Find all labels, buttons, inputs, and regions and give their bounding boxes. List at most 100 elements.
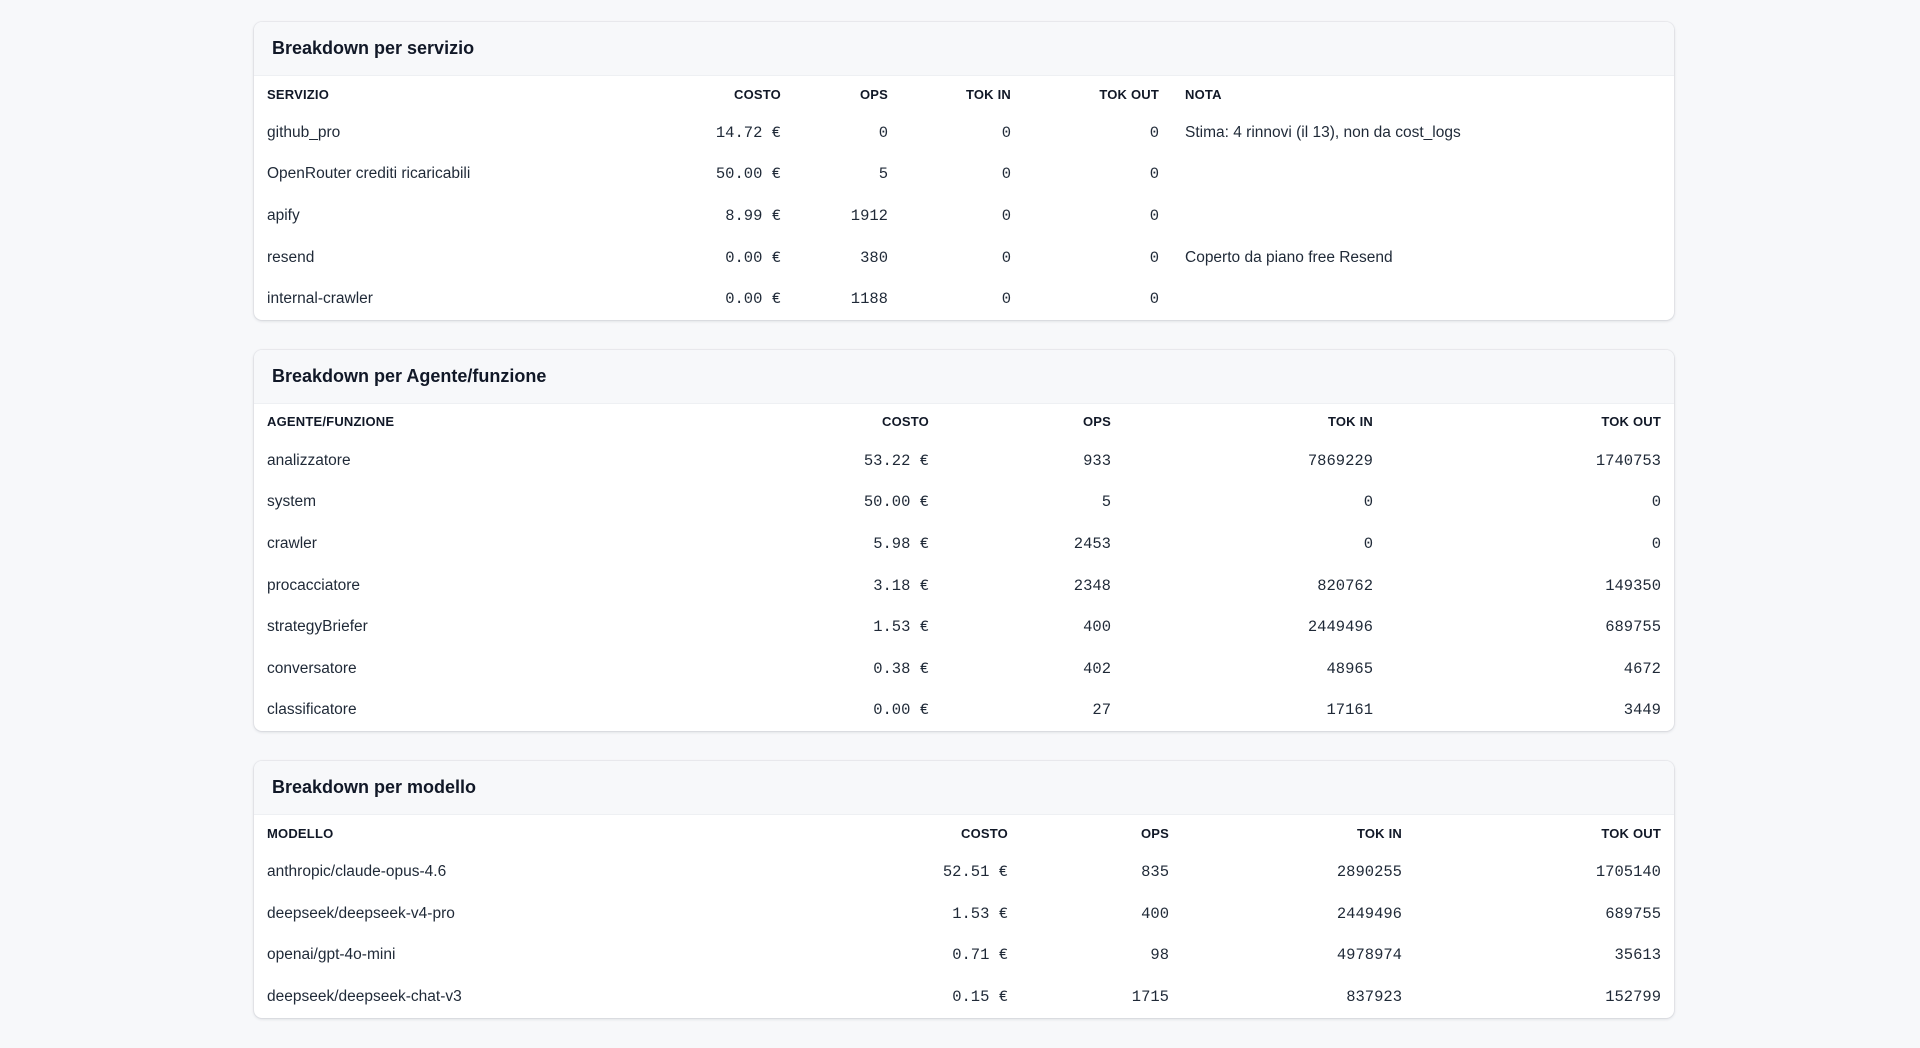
service-name: github_pro [267,123,341,141]
note-cell [1172,195,1674,237]
cost-cell: 0.38 € [873,659,929,678]
table-header-row: MODELLO COSTO OPS TOK IN TOK OUT [254,815,1674,851]
table-row: resend 0.00 € 380 0 0 Coperto da piano f… [254,237,1674,279]
table-row: strategyBriefer 1.53 € 400 2449496 68975… [254,606,1674,648]
cost-cell: 0.00 € [725,290,781,309]
tok-out-cell: 4672 [1623,659,1661,678]
model-table: MODELLO COSTO OPS TOK IN TOK OUT anthrop… [254,815,1674,1017]
cost-cell: 0.00 € [873,701,929,720]
cost-cell: 0.71 € [952,946,1008,965]
model-name: openai/gpt-4o-mini [267,946,396,964]
column-header-agent: AGENTE/FUNZIONE [267,414,395,430]
ops-cell: 5 [1101,493,1111,512]
cost-cell: 52.51 € [942,862,1008,881]
note-cell: Stima: 4 rinnovi (il 13), non da cost_lo… [1185,123,1461,141]
ops-cell: 2348 [1073,576,1111,595]
cost-cell: 14.72 € [715,123,781,142]
table-row: github_pro 14.72 € 0 0 0 Stima: 4 rinnov… [254,112,1674,154]
tok-in-cell: 17161 [1326,701,1373,720]
cost-cell: 3.18 € [873,576,929,595]
column-header-tok-in: TOK IN [1327,414,1373,430]
card-header: Breakdown per servizio [254,22,1674,76]
report-container: Breakdown per servizio SERVIZIO COSTO OP… [254,22,1674,1048]
card-header: Breakdown per Agente/funzione [254,349,1674,404]
column-header-ops: OPS [1140,825,1169,841]
service-name: OpenRouter crediti ricaricabili [267,165,471,183]
table-row: apify 8.99 € 1912 0 0 [254,195,1674,237]
agent-table: AGENTE/FUNZIONE COSTO OPS TOK IN TOK OUT… [254,404,1674,731]
column-header-service: SERVIZIO [267,86,330,102]
tok-in-cell: 2449496 [1336,904,1402,923]
cost-cell: 50.00 € [715,165,781,184]
cost-cell: 5.98 € [873,534,929,553]
note-cell: Coperto da piano free Resend [1185,248,1393,266]
service-breakdown-card: Breakdown per servizio SERVIZIO COSTO OP… [254,22,1674,320]
column-header-cost: COSTO [961,825,1008,841]
ops-cell: 27 [1092,701,1111,720]
cost-cell: 50.00 € [863,493,929,512]
column-header-ops: OPS [859,86,888,102]
card-header: Breakdown per modello [254,761,1674,816]
ops-cell: 5 [878,165,888,184]
tok-out-cell: 0 [1651,534,1661,553]
table-row: deepseek/deepseek-v4-pro 1.53 € 400 2449… [254,893,1674,935]
column-header-cost: COSTO [734,86,781,102]
tok-out-cell: 149350 [1605,576,1661,595]
table-row: internal-crawler 0.00 € 1188 0 0 [254,278,1674,320]
column-header-tok-out: TOK OUT [1099,86,1159,102]
agent-breakdown-card: Breakdown per Agente/funzione AGENTE/FUN… [254,349,1674,732]
tok-in-cell: 2890255 [1336,862,1402,881]
column-header-ops: OPS [1082,414,1111,430]
service-name: internal-crawler [267,290,373,308]
service-table: SERVIZIO COSTO OPS TOK IN TOK OUT NOTA g… [254,76,1674,320]
ops-cell: 933 [1083,451,1111,470]
ops-cell: 0 [878,123,888,142]
model-name: deepseek/deepseek-v4-pro [267,904,455,922]
column-header-tok-in: TOK IN [1356,825,1402,841]
agent-name: strategyBriefer [267,618,368,636]
tok-in-cell: 0 [1001,248,1011,267]
agent-name: conversatore [267,659,357,677]
cost-cell: 1.53 € [873,618,929,637]
tok-in-cell: 0 [1363,493,1373,512]
tok-in-cell: 4978974 [1336,946,1402,965]
ops-cell: 2453 [1073,534,1111,553]
tok-out-cell: 689755 [1605,618,1661,637]
tok-in-cell: 48965 [1326,659,1373,678]
column-header-cost: COSTO [882,414,929,430]
cost-cell: 0.00 € [725,248,781,267]
cost-cell: 1.53 € [952,904,1008,923]
column-header-tok-in: TOK IN [965,86,1011,102]
service-name: resend [267,248,315,266]
agent-name: system [267,493,317,511]
column-header-model: MODELLO [267,825,334,841]
card-title: Breakdown per servizio [272,38,475,58]
column-header-note: NOTA [1185,86,1222,102]
tok-out-cell: 0 [1149,206,1159,225]
tok-out-cell: 1740753 [1595,451,1661,470]
model-name: deepseek/deepseek-chat-v3 [267,987,462,1005]
agent-name: procacciatore [267,576,361,594]
tok-in-cell: 0 [1001,123,1011,142]
table-row: procacciatore 3.18 € 2348 820762 149350 [254,565,1674,607]
ops-cell: 1188 [850,290,888,309]
table-row: crawler 5.98 € 2453 0 0 [254,523,1674,565]
table-header-row: SERVIZIO COSTO OPS TOK IN TOK OUT NOTA [254,76,1674,112]
tok-in-cell: 0 [1363,534,1373,553]
tok-out-cell: 1705140 [1595,862,1661,881]
tok-in-cell: 0 [1001,290,1011,309]
tok-in-cell: 0 [1001,165,1011,184]
agent-name: analizzatore [267,451,351,469]
tok-out-cell: 0 [1149,165,1159,184]
table-row: openai/gpt-4o-mini 0.71 € 98 4978974 356… [254,934,1674,976]
tok-out-cell: 0 [1651,493,1661,512]
tok-out-cell: 0 [1149,290,1159,309]
cost-cell: 0.15 € [952,987,1008,1006]
ops-cell: 380 [860,248,888,267]
table-row: OpenRouter crediti ricaricabili 50.00 € … [254,154,1674,196]
ops-cell: 835 [1141,862,1169,881]
agent-name: crawler [267,534,317,552]
ops-cell: 402 [1083,659,1111,678]
tok-out-cell: 689755 [1605,904,1661,923]
model-name: anthropic/claude-opus-4.6 [267,862,447,880]
